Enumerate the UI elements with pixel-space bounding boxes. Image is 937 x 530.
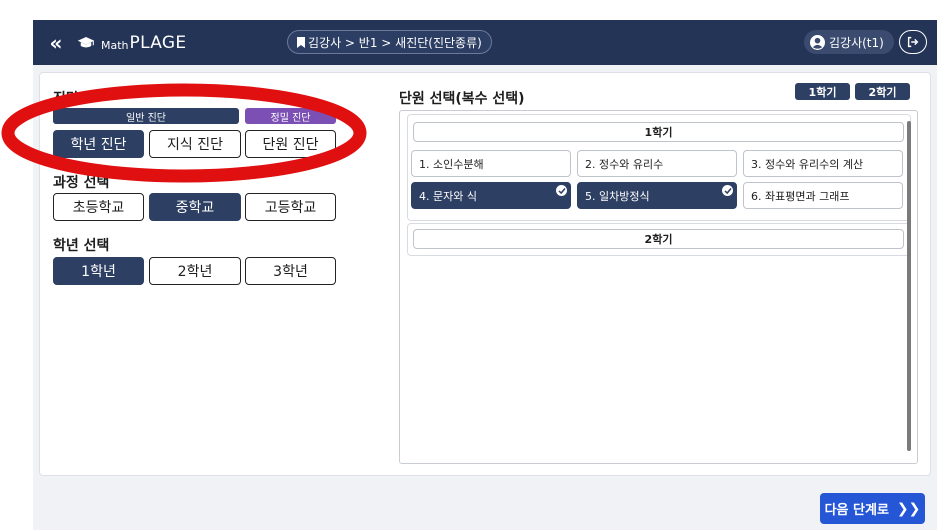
unit-4[interactable]: 4. 문자와 식 <box>411 182 571 209</box>
user-circle-icon <box>810 34 825 50</box>
mode-precise[interactable]: 정밀 진단 <box>245 108 336 124</box>
semester-2-header[interactable]: 2학기 <box>413 229 904 249</box>
unit-4-label: 4. 문자와 식 <box>419 189 477 203</box>
unit-5[interactable]: 5. 일차방정식 <box>577 182 737 209</box>
unit-6[interactable]: 6. 좌표평면과 그래프 <box>743 182 903 209</box>
logo-name: PLAGE <box>129 33 187 53</box>
unit-2-label: 2. 정수와 유리수 <box>585 157 664 171</box>
semester-1-button[interactable]: 1학기 <box>795 83 850 100</box>
top-navigation-bar: « Math PLAGE 김강사 > 반1 > 새진단(진단종류) 김강사(t1… <box>33 20 937 65</box>
grade-title: 학년 선택 <box>53 238 110 254</box>
breadcrumb-text: 김강사 > 반1 > 새진단(진단종류) <box>308 35 482 50</box>
unit-6-label: 6. 좌표평면과 그래프 <box>751 189 850 203</box>
user-menu[interactable]: 김강사(t1) <box>804 30 894 54</box>
course-elementary[interactable]: 초등학교 <box>53 193 144 221</box>
logout-icon <box>907 36 919 48</box>
grade-2[interactable]: 2학년 <box>149 257 241 285</box>
type-knowledge-diagnosis[interactable]: 지식 진단 <box>149 130 241 158</box>
bookmark-icon <box>297 36 305 48</box>
semester-2-button[interactable]: 2학기 <box>855 83 910 100</box>
course-high[interactable]: 고등학교 <box>245 193 336 221</box>
graduation-cap-icon <box>77 37 95 48</box>
breadcrumb: 김강사 > 반1 > 새진단(진단종류) <box>287 30 492 54</box>
semester-1-header[interactable]: 1학기 <box>413 122 904 142</box>
unit-3[interactable]: 3. 정수와 유리수의 계산 <box>743 150 903 177</box>
double-chevron-left-icon[interactable]: « <box>45 32 67 54</box>
semester-1-group: 1학기 1. 소인수분해 2. 정수와 유리수 3. 정수와 유리수의 계산 4… <box>407 114 911 221</box>
unit-list-panel: 1학기 1. 소인수분해 2. 정수와 유리수 3. 정수와 유리수의 계산 4… <box>399 110 918 464</box>
unit-1[interactable]: 1. 소인수분해 <box>411 150 571 177</box>
unit-5-label: 5. 일차방정식 <box>585 189 650 203</box>
logo: Math PLAGE <box>77 31 186 55</box>
double-chevron-right-icon: ❯❯ <box>896 500 921 517</box>
diagnosis-title: 진단 <box>53 91 79 107</box>
logout-button[interactable] <box>899 30 927 54</box>
next-step-label: 다음 단계로 <box>824 503 889 518</box>
unit-3-label: 3. 정수와 유리수의 계산 <box>751 157 864 171</box>
user-name: 김강사(t1) <box>829 35 884 50</box>
type-unit-diagnosis[interactable]: 단원 진단 <box>245 130 336 158</box>
mode-general[interactable]: 일반 진단 <box>53 108 239 124</box>
grade-3[interactable]: 3학년 <box>245 257 336 285</box>
unit-selection-title: 단원 선택(복수 선택) <box>399 91 525 107</box>
course-middle[interactable]: 중학교 <box>149 193 241 221</box>
next-step-button[interactable]: 다음 단계로 ❯❯ <box>820 493 925 524</box>
type-grade-diagnosis[interactable]: 학년 진단 <box>53 130 144 158</box>
semester-2-group: 2학기 <box>407 223 911 256</box>
scrollbar[interactable] <box>907 121 911 451</box>
logo-prefix: Math <box>101 38 129 52</box>
unit-1-label: 1. 소인수분해 <box>419 157 484 171</box>
unit-2[interactable]: 2. 정수와 유리수 <box>577 150 737 177</box>
check-icon <box>556 185 567 196</box>
check-icon <box>722 185 733 196</box>
grade-1[interactable]: 1학년 <box>53 257 144 285</box>
course-title: 과정 선택 <box>53 175 110 191</box>
